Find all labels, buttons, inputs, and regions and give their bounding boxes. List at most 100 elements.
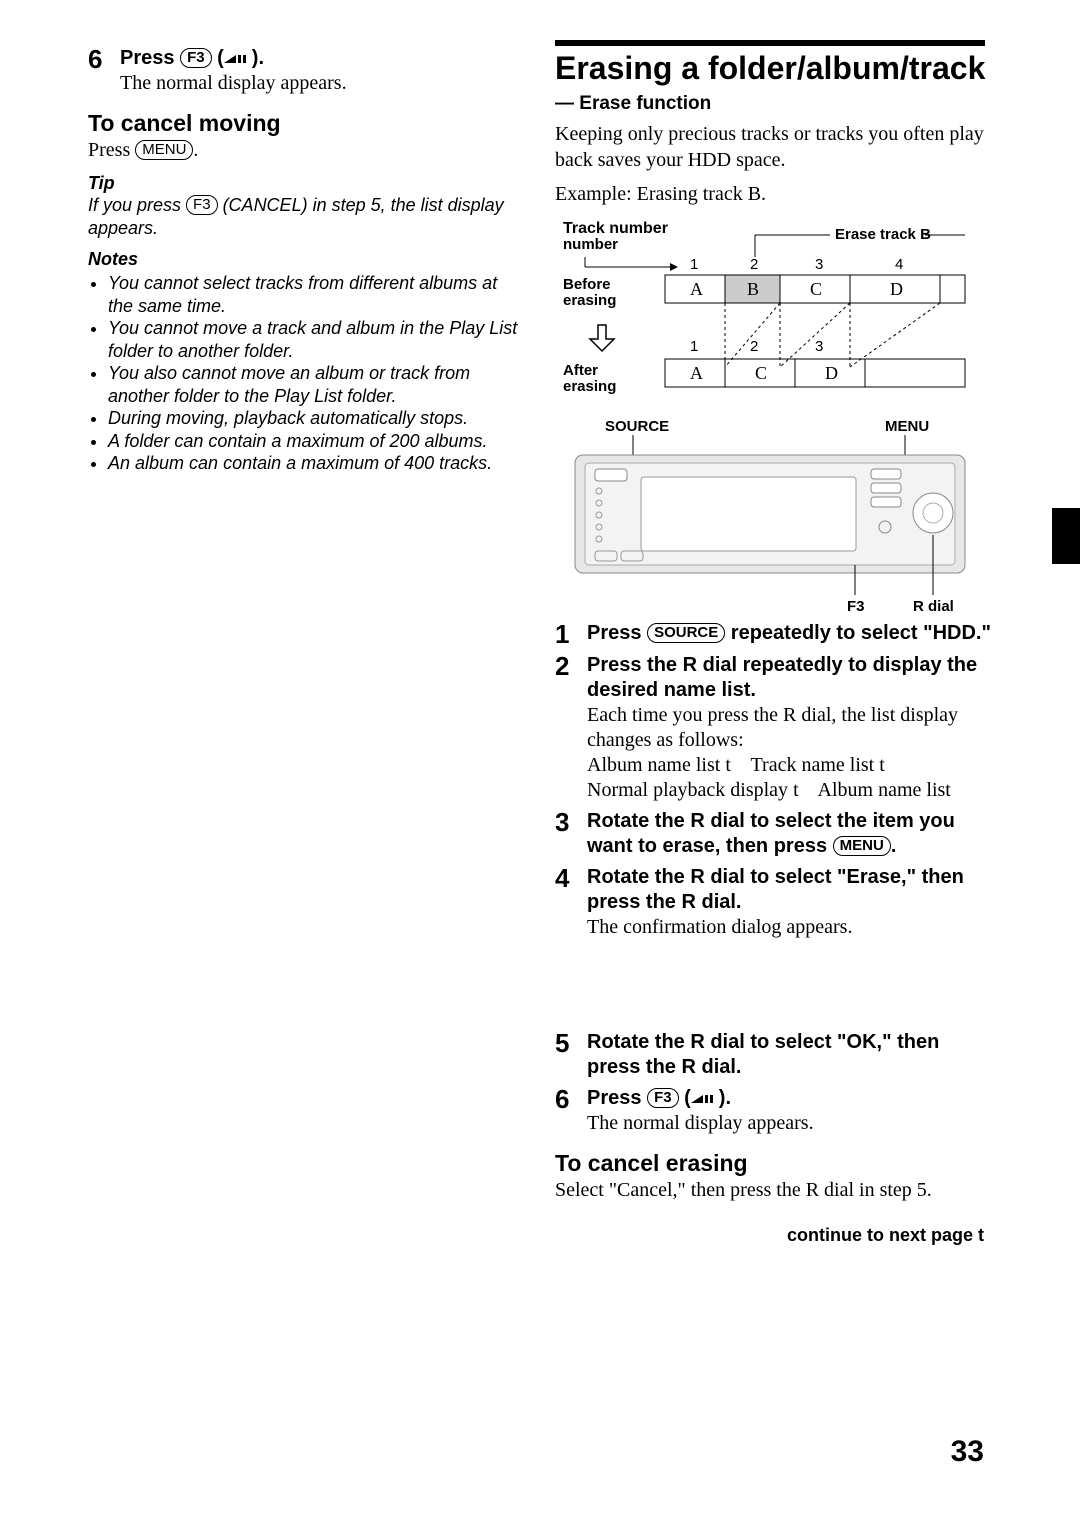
step4-heading: Rotate the R dial to select "Erase," the… xyxy=(587,865,992,915)
text: If you press xyxy=(88,195,186,215)
step6-heading: Press F3 (). xyxy=(120,47,264,69)
text: Press xyxy=(587,622,647,644)
step2-heading: Press the R dial repeatedly to display t… xyxy=(587,653,992,703)
note-item: A folder can contain a maximum of 200 al… xyxy=(108,430,525,453)
svg-text:2: 2 xyxy=(750,338,758,355)
continue-text: continue to next page xyxy=(787,1225,973,1245)
erase-diagram-svg: Track number number Erase track B 1 2 3 … xyxy=(555,217,985,407)
svg-text:A: A xyxy=(690,279,703,299)
source-button: SOURCE xyxy=(647,623,725,643)
menu-button: MENU xyxy=(833,836,891,856)
cancel-moving-heading: To cancel moving xyxy=(88,110,525,137)
text: ( xyxy=(679,1087,691,1109)
section-subtitle: — Erase function xyxy=(555,93,992,115)
cancel-moving-body: Press MENU. xyxy=(88,137,525,163)
left-column: 6 Press F3 (). The normal display appear… xyxy=(88,40,525,1246)
section-title: Erasing a folder/album/track xyxy=(555,50,992,87)
step5-heading: Rotate the R dial to select "OK," then p… xyxy=(587,1030,992,1080)
text: repeatedly to select "HDD." xyxy=(725,622,991,644)
down-arrow-icon xyxy=(590,325,614,351)
note-item: An album can contain a maximum of 400 tr… xyxy=(108,452,525,475)
svg-text:1: 1 xyxy=(690,338,698,355)
svg-text:C: C xyxy=(755,363,767,383)
svg-text:Erase track B: Erase track B xyxy=(835,226,931,243)
notes-heading: Notes xyxy=(88,249,525,270)
step2-body3: Normal playback display t Album name lis… xyxy=(587,778,992,803)
text: ( xyxy=(212,47,224,69)
f3-button: F3 xyxy=(180,48,212,68)
svg-text:A: A xyxy=(690,363,703,383)
erase-diagram: Track number number Erase track B 1 2 3 … xyxy=(555,217,992,407)
svg-text:B: B xyxy=(747,279,759,299)
text: Press xyxy=(587,1087,647,1109)
f3-button: F3 xyxy=(186,195,218,215)
arrow-icon: t xyxy=(725,754,731,776)
arrow-icon: t xyxy=(978,1225,984,1245)
text: Press xyxy=(88,139,135,161)
step2-body1: Each time you press the R dial, the list… xyxy=(587,703,992,753)
step6-body: The normal display appears. xyxy=(587,1112,814,1134)
intro-para: Keeping only precious tracks or tracks y… xyxy=(555,121,992,173)
note-item: You cannot select tracks from different … xyxy=(108,272,525,317)
svg-text:MENU: MENU xyxy=(885,418,929,435)
tip-body: If you press F3 (CANCEL) in step 5, the … xyxy=(88,194,525,239)
note-item: You cannot move a track and album in the… xyxy=(108,317,525,362)
page-number: 33 xyxy=(951,1435,984,1469)
text: ). xyxy=(252,47,264,69)
step2-body2: Album name list t Track name list t xyxy=(587,753,992,778)
svg-text:2: 2 xyxy=(750,256,758,273)
svg-text:1: 1 xyxy=(690,256,698,273)
svg-text:3: 3 xyxy=(815,338,823,355)
device-svg: SOURCE MENU xyxy=(555,417,985,617)
svg-text:number: number xyxy=(563,236,618,253)
step-number: 1 xyxy=(555,621,577,647)
step6-body: The normal display appears. xyxy=(120,72,347,94)
svg-text:D: D xyxy=(890,279,903,299)
note-item: You also cannot move an album or track f… xyxy=(108,362,525,407)
svg-text:Before: Before xyxy=(563,276,611,293)
text: Rotate the R dial to select the item you… xyxy=(587,810,955,857)
section-bar xyxy=(555,40,985,46)
arrow-icon: t xyxy=(793,779,799,801)
svg-text:After: After xyxy=(563,362,598,379)
step-number: 3 xyxy=(555,809,577,835)
step-number: 6 xyxy=(555,1086,577,1112)
note-item: During moving, playback automatically st… xyxy=(108,407,525,430)
step-number: 2 xyxy=(555,653,577,679)
svg-text:3: 3 xyxy=(815,256,823,273)
step1-heading: Press SOURCE repeatedly to select "HDD." xyxy=(587,622,991,644)
cancel-erasing-heading: To cancel erasing xyxy=(555,1150,992,1177)
step3-heading: Rotate the R dial to select the item you… xyxy=(587,810,955,857)
step-number: 6 xyxy=(88,46,110,72)
text: ). xyxy=(719,1087,731,1109)
text: . xyxy=(193,139,198,161)
menu-button: MENU xyxy=(135,140,193,160)
svg-text:R dial: R dial xyxy=(913,598,954,615)
text: Press xyxy=(120,47,180,69)
continue-line: continue to next page t xyxy=(555,1225,984,1246)
step6-heading: Press F3 (). xyxy=(587,1087,731,1109)
track-number-label: Track number xyxy=(563,220,668,237)
step-number: 4 xyxy=(555,865,577,891)
page-edge-tab xyxy=(1052,508,1080,564)
svg-text:erasing: erasing xyxy=(563,378,616,395)
svg-text:4: 4 xyxy=(895,256,903,273)
notes-list: You cannot select tracks from different … xyxy=(88,272,525,475)
play-pause-icon xyxy=(224,51,252,65)
f3-button: F3 xyxy=(647,1088,679,1108)
right-column: Erasing a folder/album/track — Erase fun… xyxy=(555,40,992,1246)
tip-heading: Tip xyxy=(88,173,525,194)
cancel-erasing-body: Select "Cancel," then press the R dial i… xyxy=(555,1177,992,1203)
svg-text:D: D xyxy=(825,363,838,383)
svg-text:SOURCE: SOURCE xyxy=(605,418,669,435)
text: . xyxy=(891,835,897,857)
arrow-icon: t xyxy=(879,754,885,776)
device-diagram: SOURCE MENU xyxy=(555,417,992,617)
svg-text:F3: F3 xyxy=(847,598,865,615)
step4-body: The confirmation dialog appears. xyxy=(587,915,992,940)
step-number: 5 xyxy=(555,1030,577,1056)
svg-text:erasing: erasing xyxy=(563,292,616,309)
play-pause-icon xyxy=(691,1091,719,1105)
example-line: Example: Erasing track B. xyxy=(555,181,992,207)
svg-text:C: C xyxy=(810,279,822,299)
